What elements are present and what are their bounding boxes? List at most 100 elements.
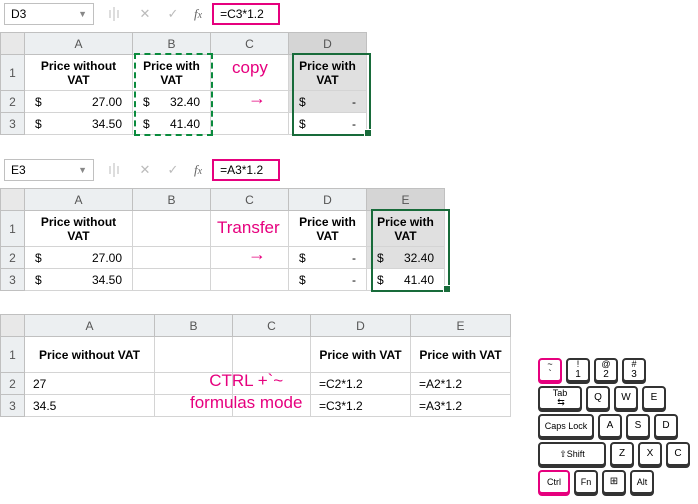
select-all-corner[interactable] (1, 33, 25, 55)
cancel-icon[interactable]: ✕ (134, 3, 156, 25)
key-s: S (626, 414, 650, 438)
col-header[interactable]: D (311, 315, 411, 337)
col-header[interactable]: A (25, 189, 133, 211)
key-3: #3 (622, 358, 646, 382)
cell[interactable]: $34.50 (25, 269, 133, 291)
col-header[interactable]: B (133, 189, 211, 211)
cell[interactable]: =C3*1.2 (311, 395, 411, 417)
cell[interactable] (211, 269, 289, 291)
cell[interactable]: Price with VAT (289, 55, 367, 91)
cell[interactable]: $- (289, 247, 367, 269)
cell[interactable]: =A3*1.2 (411, 395, 511, 417)
row-header[interactable]: 3 (1, 113, 25, 135)
cell[interactable]: $27.00 (25, 91, 133, 113)
cell[interactable] (211, 247, 289, 269)
cell[interactable]: 34.5 (25, 395, 155, 417)
cell[interactable]: $- (289, 91, 367, 113)
cell[interactable]: $41.40 (367, 269, 445, 291)
cell[interactable] (155, 337, 233, 373)
cell[interactable] (133, 211, 211, 247)
col-header[interactable]: D (289, 33, 367, 55)
key-c: C (666, 442, 690, 466)
cell[interactable]: 27 (25, 373, 155, 395)
row-header[interactable]: 1 (1, 55, 25, 91)
key-w: W (614, 386, 638, 410)
cell[interactable]: Price with VAT (289, 211, 367, 247)
key-capslock: Caps Lock (538, 414, 594, 438)
select-all-corner[interactable] (1, 315, 25, 337)
cell[interactable] (155, 373, 233, 395)
formula-text: =A3*1.2 (220, 163, 263, 177)
row-header[interactable]: 1 (1, 211, 25, 247)
key-alt: Alt (630, 470, 654, 494)
cell[interactable] (133, 247, 211, 269)
formula-bar[interactable]: =C3*1.2 (212, 3, 280, 25)
enter-icon[interactable]: ✓ (162, 159, 184, 181)
cell[interactable] (211, 91, 289, 113)
spreadsheet-grid[interactable]: A B C D E 1 Price without VAT Price with… (0, 314, 511, 417)
name-box[interactable]: D3 ▼ (4, 3, 94, 25)
col-header[interactable]: C (211, 33, 289, 55)
name-box-value: D3 (11, 7, 26, 21)
formula-bar[interactable]: =A3*1.2 (212, 159, 280, 181)
cell[interactable]: Price with VAT (133, 55, 211, 91)
cell[interactable] (233, 337, 311, 373)
col-header[interactable]: C (211, 189, 289, 211)
cell[interactable] (233, 373, 311, 395)
key-d: D (654, 414, 678, 438)
row-header[interactable]: 2 (1, 91, 25, 113)
key-2: @2 (594, 358, 618, 382)
col-header[interactable]: A (25, 33, 133, 55)
col-header[interactable]: B (155, 315, 233, 337)
cancel-icon[interactable]: ✕ (134, 159, 156, 181)
name-box-value: E3 (11, 163, 26, 177)
cell[interactable]: Price with VAT (311, 337, 411, 373)
row-header[interactable]: 2 (1, 247, 25, 269)
cell[interactable]: $32.40 (367, 247, 445, 269)
cell[interactable]: Price without VAT (25, 211, 133, 247)
col-header[interactable]: B (133, 33, 211, 55)
cell[interactable]: $32.40 (133, 91, 211, 113)
cell[interactable]: $- (289, 113, 367, 135)
cell[interactable] (211, 211, 289, 247)
cell[interactable] (133, 269, 211, 291)
col-header[interactable]: C (233, 315, 311, 337)
key-x: X (638, 442, 662, 466)
cell[interactable] (211, 55, 289, 91)
cell[interactable]: =A2*1.2 (411, 373, 511, 395)
name-box[interactable]: E3 ▼ (4, 159, 94, 181)
divider-icon (100, 163, 128, 177)
fx-icon[interactable]: fx (190, 162, 206, 178)
cell[interactable]: $34.50 (25, 113, 133, 135)
chevron-down-icon[interactable]: ▼ (78, 9, 87, 19)
key-z: Z (610, 442, 634, 466)
spreadsheet-grid[interactable]: A B C D 1 Price without VAT Price with V… (0, 32, 367, 135)
col-header[interactable]: D (289, 189, 367, 211)
enter-icon[interactable]: ✓ (162, 3, 184, 25)
col-header[interactable]: A (25, 315, 155, 337)
col-header[interactable]: E (411, 315, 511, 337)
keyboard-diagram: ~` !1 @2 #3 Tab⇆ Q W E Caps Lock A S D ⇧… (538, 358, 698, 504)
row-header[interactable]: 3 (1, 269, 25, 291)
key-a: A (598, 414, 622, 438)
cell[interactable]: =C2*1.2 (311, 373, 411, 395)
key-tab: Tab⇆ (538, 386, 582, 410)
cell[interactable]: Price with VAT (367, 211, 445, 247)
cell[interactable]: $- (289, 269, 367, 291)
row-header[interactable]: 2 (1, 373, 25, 395)
col-header[interactable]: E (367, 189, 445, 211)
fx-icon[interactable]: fx (190, 6, 206, 22)
cell[interactable]: Price without VAT (25, 55, 133, 91)
row-header[interactable]: 3 (1, 395, 25, 417)
chevron-down-icon[interactable]: ▼ (78, 165, 87, 175)
cell[interactable]: $27.00 (25, 247, 133, 269)
cell[interactable] (155, 395, 233, 417)
cell[interactable]: $41.40 (133, 113, 211, 135)
spreadsheet-grid[interactable]: A B C D E 1 Price without VAT Price with… (0, 188, 445, 291)
select-all-corner[interactable] (1, 189, 25, 211)
cell[interactable] (211, 113, 289, 135)
row-header[interactable]: 1 (1, 337, 25, 373)
cell[interactable] (233, 395, 311, 417)
cell[interactable]: Price with VAT (411, 337, 511, 373)
cell[interactable]: Price without VAT (25, 337, 155, 373)
